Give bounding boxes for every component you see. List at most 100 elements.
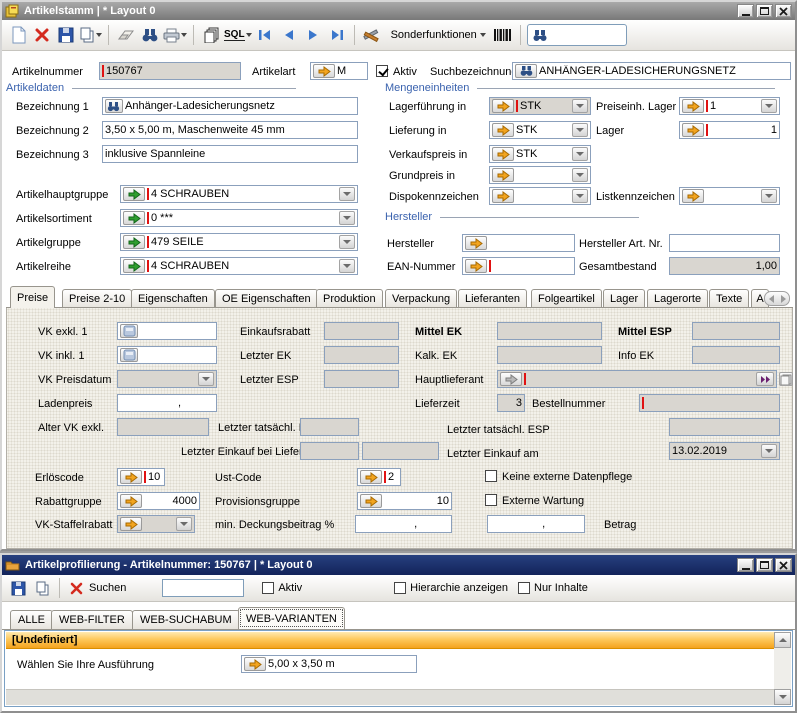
save-icon[interactable] [55,23,77,47]
tab-scroll-buttons[interactable] [764,291,790,306]
sonderfunktionen-menu[interactable]: Sonderfunktionen [385,23,490,47]
bezeichnung3-field[interactable]: inklusive Spannleine [102,145,358,163]
tab-oe-eigenschaften[interactable]: OE Eigenschaften [215,289,318,308]
new-icon[interactable] [7,23,29,47]
artikelsortiment-combo[interactable]: 0 *** [120,209,358,227]
lagerfuehrung-combo[interactable]: STK [489,97,591,115]
artikelart-field[interactable]: M [310,62,368,80]
search-binoculars-icon[interactable] [139,23,161,47]
sql-dropdown-caret[interactable] [246,33,252,37]
suchbezeichnung-field[interactable]: ANHÄNGER-LADESICHERUNGSNETZ [512,62,791,80]
tab-preise-2-10[interactable]: Preise 2-10 [62,289,132,308]
orange-arrow-icon[interactable] [492,168,514,182]
orange-arrow-icon[interactable] [360,470,382,484]
betrag-field[interactable]: , [487,515,585,533]
tab-folgeartikel[interactable]: Folgeartikel [531,289,602,308]
vk-exkl-field[interactable] [117,322,217,340]
dropdown-button[interactable] [572,189,588,203]
orange-arrow-icon[interactable] [492,99,514,113]
binoculars-icon[interactable] [105,99,123,113]
rabattgruppe-field[interactable]: 4000 [117,492,200,510]
suchen-button[interactable]: Suchen [66,576,132,600]
binoculars-icon[interactable] [515,64,537,78]
dropdown-button[interactable] [572,168,588,182]
dropdown-button[interactable] [339,259,355,273]
copy-icon[interactable] [31,576,53,600]
erloescode-field[interactable]: 10 [117,468,165,486]
nur-inhalte-checkbox[interactable] [518,582,530,594]
tools-icon[interactable] [361,23,383,47]
nav-last-icon[interactable] [326,23,348,47]
scroll-down-button[interactable] [774,689,791,705]
catalog-book-button[interactable] [779,372,793,386]
green-arrow-icon[interactable] [123,235,145,249]
profil-search-input[interactable] [162,579,244,597]
dispokennzeichen-combo[interactable] [489,187,591,205]
green-arrow-icon[interactable] [123,187,145,201]
vk-staffelrabatt-field[interactable] [117,515,195,533]
bezeichnung2-field[interactable]: 3,50 x 5,00 m, Maschenweite 45 mm [102,121,358,139]
close-button[interactable] [775,558,792,572]
minimize-button[interactable] [737,558,754,572]
tab-texte[interactable]: Texte [709,289,749,308]
maximize-button[interactable] [756,558,773,572]
delete-icon[interactable] [31,23,53,47]
copy-dropdown-caret[interactable] [96,33,102,37]
tab-scroll-right-icon[interactable] [781,295,786,303]
tab-scroll-left-icon[interactable] [769,295,774,303]
hauptlieferant-field[interactable] [497,370,777,388]
grundpreis-in-combo[interactable] [489,166,591,184]
profil-aktiv-checkbox[interactable] [262,582,274,594]
dropdown-button[interactable] [339,235,355,249]
dropdown-button[interactable] [339,187,355,201]
listkennzeichen-combo[interactable] [679,187,780,205]
ausfuehrung-field[interactable]: 5,00 x 3,50 m [241,655,417,673]
dropdown-button[interactable] [572,123,588,137]
tab-lager[interactable]: Lager [603,289,645,308]
tab-preise[interactable]: Preise [10,286,55,308]
quick-search-binoculars-icon[interactable] [529,26,551,44]
calculator-icon[interactable] [120,324,138,338]
save-icon[interactable] [7,576,29,600]
bestellnummer-field[interactable] [639,394,780,412]
quick-search-box[interactable] [527,24,627,46]
artikelhauptgruppe-combo[interactable]: 4 SCHRAUBEN [120,185,358,203]
min-deckungsbeitrag-field[interactable]: , [355,515,452,533]
close-button[interactable] [775,4,792,18]
ladenpreis-field[interactable]: , [117,394,217,412]
artikelprofilierung-titlebar[interactable]: Artikelprofilierung - Artikelnummer: 150… [2,555,795,575]
dropdown-button[interactable] [176,517,192,531]
hersteller-field[interactable] [462,234,575,252]
dropdown-button[interactable] [339,211,355,225]
tab-alle[interactable]: ALLE [10,610,53,629]
dropdown-button[interactable] [761,444,777,458]
tab-verpackung[interactable]: Verpackung [385,289,457,308]
orange-arrow-icon[interactable] [465,236,487,250]
letzter-einkauf-am-field[interactable]: 13.02.2019 [669,442,780,460]
dropdown-button[interactable] [761,99,777,113]
verkaufspreis-in-combo[interactable]: STK [489,145,591,163]
orange-arrow-icon[interactable] [313,64,335,78]
externe-wartung-checkbox[interactable] [485,494,497,506]
tab-produktion[interactable]: Produktion [316,289,383,308]
barcode-icon[interactable] [492,23,514,47]
aktiv-checkbox[interactable] [376,65,388,77]
vertical-scrollbar[interactable] [774,632,791,705]
artikelgruppe-combo[interactable]: 479 SEILE [120,233,358,251]
dropdown-button[interactable] [761,189,777,203]
vk-inkl-field[interactable] [117,346,217,364]
minimize-button[interactable] [737,4,754,18]
print-dropdown-caret[interactable] [181,33,187,37]
eraser-icon[interactable] [115,23,137,47]
orange-arrow-icon[interactable] [120,517,142,531]
fast-forward-button[interactable] [756,372,774,386]
gray-arrow-icon[interactable] [500,372,522,386]
bezeichnung1-field[interactable]: Anhänger-Ladesicherungsnetz [102,97,358,115]
green-arrow-icon[interactable] [123,259,145,273]
horizontal-scrollbar[interactable] [6,689,774,705]
tab-eigenschaften[interactable]: Eigenschaften [131,289,215,308]
ean-field[interactable] [462,257,575,275]
artikelreihe-combo[interactable]: 4 SCHRAUBEN [120,257,358,275]
vk-preisdatum-field[interactable] [117,370,217,388]
orange-arrow-icon[interactable] [682,123,704,137]
